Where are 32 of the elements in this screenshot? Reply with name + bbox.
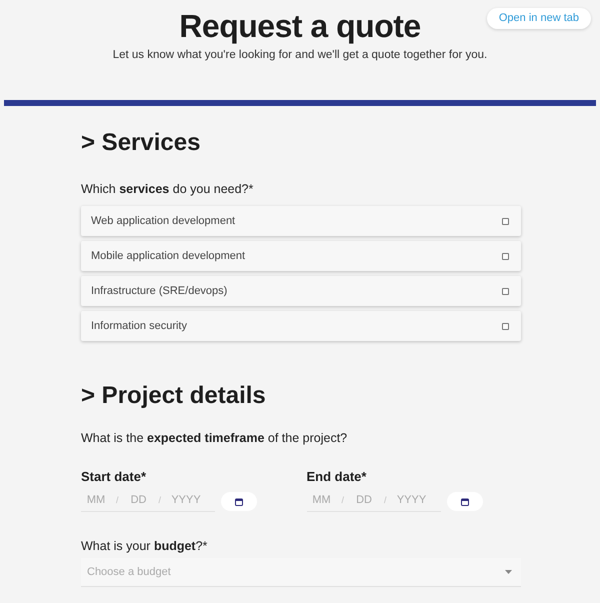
service-option[interactable]: Infrastructure (SRE/devops) [81, 276, 521, 306]
date-separator: / [158, 496, 162, 504]
day-input[interactable]: DD [124, 491, 154, 509]
question-text: Which services do you need?* [81, 181, 254, 197]
date-separator: / [342, 496, 344, 504]
caret-icon [505, 570, 512, 574]
year-input[interactable]: YYYY [392, 491, 432, 509]
date-separator: / [384, 496, 387, 504]
page-subtitle: Let us know what you're looking for and we'll get a quote together for you. [112, 48, 488, 63]
question-text: What is the expected timeframe of the project? [81, 430, 348, 446]
checkbox[interactable] [502, 218, 509, 224]
checkbox[interactable] [502, 252, 509, 260]
date-label: End date* [306, 469, 368, 485]
service-option[interactable]: Information security [81, 311, 521, 341]
section-heading: > Project details [81, 382, 267, 410]
date-label: Start date* [81, 469, 148, 485]
question-text: What is your budget?* [81, 538, 208, 554]
calendar-button[interactable] [446, 492, 482, 511]
section-heading: > Services [81, 129, 202, 157]
calendar-icon [460, 498, 468, 506]
checkbox[interactable] [502, 288, 509, 294]
page-title: Request a quote [179, 7, 421, 46]
service-option[interactable]: Web application development [81, 206, 521, 236]
service-option[interactable]: Mobile application development [81, 241, 521, 271]
calendar-button[interactable] [221, 492, 257, 511]
month-input[interactable]: MM [81, 491, 111, 509]
checkbox[interactable] [502, 322, 509, 330]
year-input[interactable]: YYYY [166, 491, 206, 509]
date-separator: / [116, 496, 119, 504]
calendar-icon [235, 498, 243, 506]
month-input[interactable]: MM [306, 491, 336, 509]
day-input[interactable]: DD [349, 491, 380, 509]
